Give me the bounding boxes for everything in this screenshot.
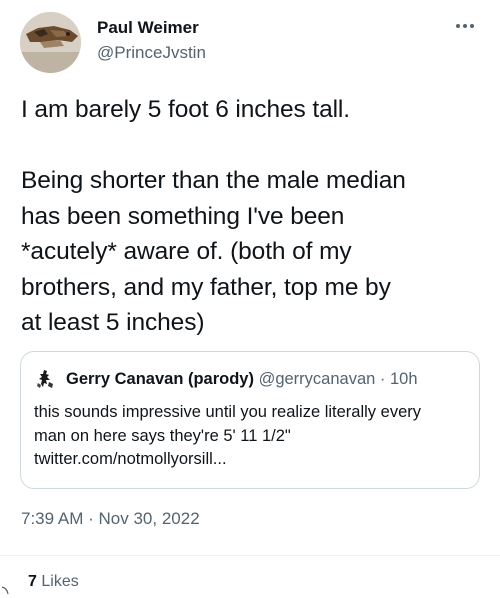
more-horizontal-icon [456, 24, 474, 28]
quote-separator: · [379, 370, 386, 388]
timestamp-separator: · [88, 509, 94, 528]
tweet-line: at least 5 inches) [21, 309, 205, 336]
likes-label: Likes [41, 573, 79, 590]
quote-line: this sounds impressive until you realize… [34, 403, 421, 421]
author-handle[interactable]: @PrinceJvstin [97, 43, 206, 63]
divider [0, 555, 500, 556]
likes-count: 7 [28, 573, 37, 590]
likes-link[interactable]: 7 Likes [28, 573, 79, 591]
tweet-line: *acutely* aware of. (both of my [21, 238, 352, 265]
tweet-line: brothers, and my father, top me by [21, 273, 391, 301]
quote-body: this sounds impressive until you realize… [34, 401, 474, 472]
quote-header: Gerry Canavan (parody) @gerrycanavan · 1… [66, 370, 418, 389]
quote-link[interactable]: twitter.com/notmollyorsill... [34, 448, 474, 472]
tweet-timestamp[interactable]: 7:39 AM · Nov 30, 2022 [21, 509, 200, 529]
corner-curve-icon [1, 586, 9, 595]
author-avatar-image [20, 12, 81, 73]
quote-author-avatar [34, 367, 58, 391]
timestamp-date: Nov 30, 2022 [98, 509, 200, 528]
more-options-button[interactable] [452, 16, 478, 36]
quote-author-name[interactable]: Gerry Canavan (parody) [66, 370, 254, 388]
quote-time: 10h [390, 370, 418, 388]
author-avatar[interactable] [20, 12, 81, 73]
author-name[interactable]: Paul Weimer [97, 18, 199, 38]
quote-line: man on here says they're 5' 11 1/2" [34, 426, 291, 445]
tweet-line: has been something I've been [21, 202, 345, 230]
tweet-line: Being shorter than the male median [21, 167, 406, 194]
quoted-tweet-card[interactable]: Gerry Canavan (parody) @gerrycanavan · 1… [20, 351, 480, 489]
quote-author-handle[interactable]: @gerrycanavan [259, 370, 376, 388]
skeleton-avatar-icon [34, 367, 58, 391]
tweet-line: I am barely 5 foot 6 inches tall. [21, 96, 350, 123]
tweet-text: I am barely 5 foot 6 inches tall. Being … [21, 92, 486, 341]
tweet: Paul Weimer @PrinceJvstin I am barely 5 … [0, 0, 500, 598]
timestamp-time: 7:39 AM [21, 509, 84, 528]
